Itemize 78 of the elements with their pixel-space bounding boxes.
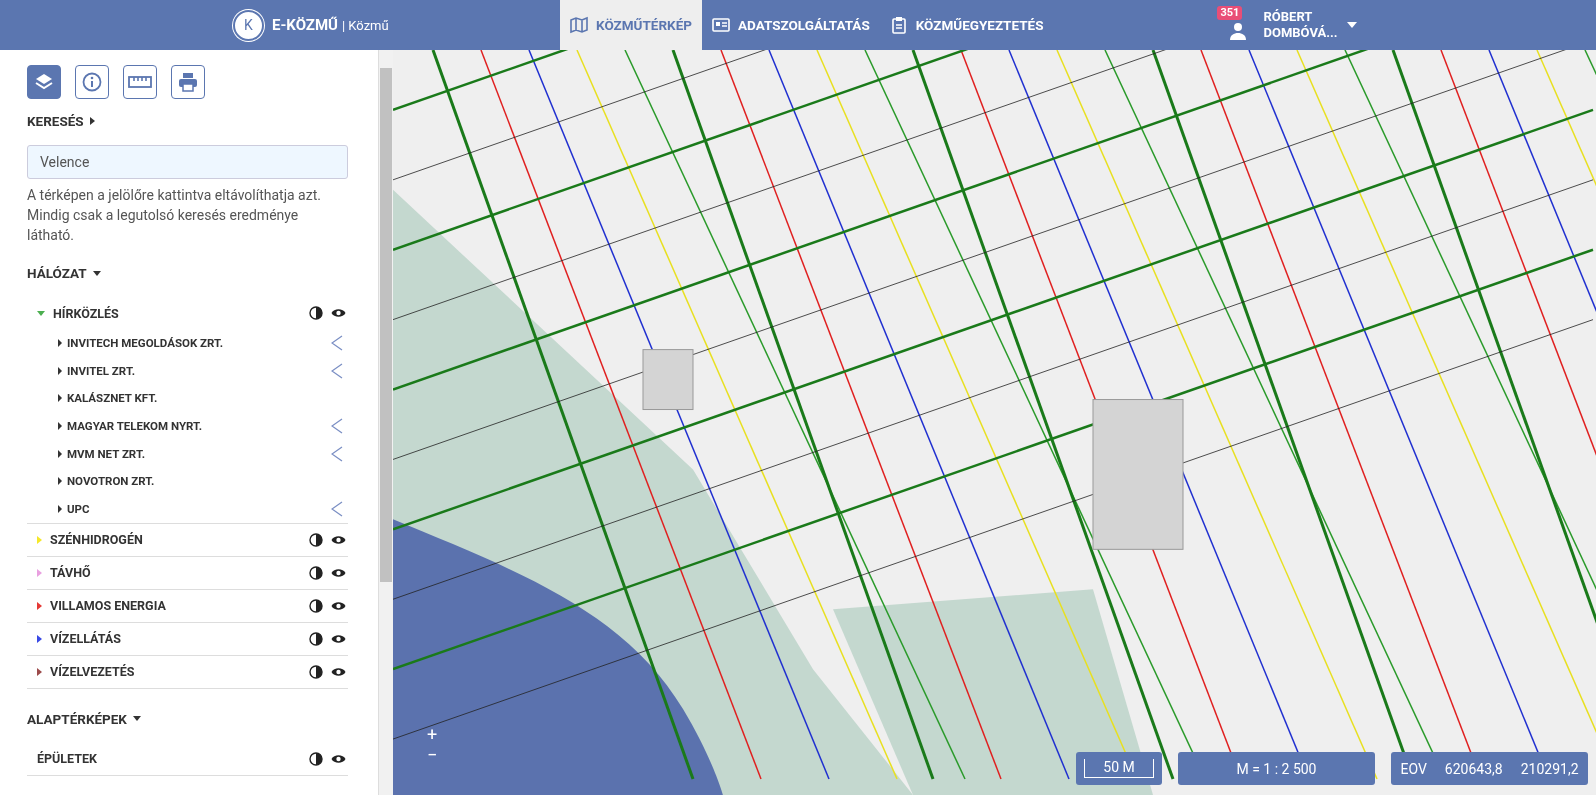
coordinate-value: 210291,2 bbox=[1520, 760, 1579, 777]
eye-icon[interactable] bbox=[331, 666, 346, 677]
expand-arrow-icon[interactable] bbox=[58, 338, 62, 347]
layer-name[interactable]: TÁVHŐ bbox=[50, 565, 301, 581]
layer-name[interactable]: VÍZELVEZETÉS bbox=[50, 664, 301, 680]
eye-icon[interactable] bbox=[331, 753, 346, 764]
brand-name: E-KÖZMŰ bbox=[272, 16, 338, 34]
coordinate-system: EOV bbox=[1400, 760, 1427, 777]
opacity-icon[interactable] bbox=[309, 532, 323, 547]
eye-icon[interactable] bbox=[331, 633, 346, 644]
share-icon[interactable] bbox=[331, 417, 343, 434]
nav-tab[interactable]: ADATSZOLGÁLTATÁS bbox=[701, 0, 880, 50]
map-icon bbox=[570, 16, 588, 34]
user-name: DOMBÓVÁ... bbox=[1263, 25, 1338, 41]
operator-name[interactable]: MVM NET ZRT. bbox=[67, 446, 326, 461]
scale-ratio: M = 1 : 2 500 bbox=[1178, 752, 1375, 785]
eye-icon[interactable] bbox=[331, 600, 346, 611]
operator-name[interactable]: INVITEL ZRT. bbox=[67, 363, 326, 378]
print-button[interactable] bbox=[171, 65, 205, 99]
expand-arrow-icon[interactable] bbox=[58, 477, 62, 486]
ruler-icon bbox=[128, 75, 152, 89]
network-section-toggle[interactable]: HÁLÓZAT bbox=[27, 265, 101, 281]
user-name: RÓBERT bbox=[1263, 9, 1314, 25]
opacity-icon[interactable] bbox=[309, 598, 323, 613]
share-icon[interactable] bbox=[331, 445, 343, 462]
info-icon bbox=[82, 72, 102, 92]
operator-name[interactable]: INVITECH MEGOLDÁSOK ZRT. bbox=[67, 335, 326, 350]
expand-arrow-icon[interactable] bbox=[58, 449, 62, 458]
opacity-icon[interactable] bbox=[309, 631, 323, 646]
scrollbar[interactable] bbox=[378, 50, 393, 795]
basemaps-section-toggle[interactable]: ALAPTÉRKÉPEK bbox=[27, 710, 141, 727]
operator-name[interactable]: UPC bbox=[67, 501, 326, 516]
expand-arrow-icon[interactable] bbox=[58, 421, 62, 430]
layer-name[interactable]: VÍZELLÁTÁS bbox=[50, 631, 301, 647]
caret-icon[interactable] bbox=[1347, 22, 1358, 28]
search-section-toggle[interactable]: KERESÉS bbox=[27, 113, 95, 129]
search-field[interactable]: Velence bbox=[27, 145, 348, 179]
expand-arrow-icon[interactable] bbox=[58, 366, 62, 375]
zoom-out-button[interactable]: − bbox=[423, 745, 442, 765]
expand-arrow-icon[interactable] bbox=[37, 667, 42, 676]
brand-subtitle: | Közmű bbox=[341, 17, 389, 33]
eye-icon[interactable] bbox=[331, 567, 346, 578]
layers-icon bbox=[35, 73, 53, 91]
scale-bar: 50 M bbox=[1076, 752, 1162, 785]
eye-icon[interactable] bbox=[331, 534, 346, 545]
opacity-icon[interactable] bbox=[309, 664, 323, 679]
opacity-icon[interactable] bbox=[309, 751, 323, 766]
expand-arrow-icon[interactable] bbox=[58, 394, 62, 403]
clipboard-icon bbox=[889, 16, 908, 34]
id-card-icon bbox=[711, 16, 730, 34]
user-icon bbox=[1229, 22, 1248, 40]
logo: K bbox=[233, 9, 264, 41]
share-icon[interactable] bbox=[331, 334, 343, 351]
eye-icon[interactable] bbox=[331, 308, 346, 318]
expand-arrow-icon[interactable] bbox=[58, 504, 62, 513]
layer-name[interactable]: HÍRKÖZLÉS bbox=[53, 305, 301, 321]
operator-name[interactable]: MAGYAR TELEKOM NYRT. bbox=[67, 418, 326, 433]
print-icon bbox=[178, 72, 198, 92]
opacity-icon[interactable] bbox=[309, 306, 323, 320]
notification-badge: 351 bbox=[1217, 6, 1243, 20]
nav-tab[interactable]: KÖZMŰTÉRKÉP bbox=[560, 0, 702, 50]
operator-name[interactable]: NOVOTRON ZRT. bbox=[67, 474, 343, 489]
map-drawing[interactable] bbox=[393, 50, 1596, 795]
info-button[interactable] bbox=[75, 65, 109, 99]
expand-arrow-icon[interactable] bbox=[37, 634, 42, 643]
layer-name[interactable]: VILLAMOS ENERGIA bbox=[50, 598, 301, 614]
opacity-icon[interactable] bbox=[309, 565, 323, 580]
operator-name[interactable]: KALÁSZNET KFT. bbox=[67, 391, 343, 406]
layer-name[interactable]: ÉPÜLETEK bbox=[37, 751, 301, 767]
share-icon[interactable] bbox=[331, 500, 343, 517]
layer-name[interactable]: SZÉNHIDROGÉN bbox=[50, 532, 301, 548]
layers-button[interactable] bbox=[27, 65, 61, 99]
search-hint: A térképen a jelölőre kattintva eltávolíthatja azt. Mindig csak a legutolsó keresés eredménye látható. bbox=[27, 186, 322, 245]
coordinate-value: 620643,8 bbox=[1444, 760, 1503, 777]
nav-tab[interactable]: KÖZMŰEGYEZTETÉS bbox=[879, 0, 1054, 50]
zoom-in-button[interactable]: + bbox=[423, 725, 442, 745]
share-icon[interactable] bbox=[331, 362, 343, 379]
ruler-button[interactable] bbox=[123, 65, 157, 99]
